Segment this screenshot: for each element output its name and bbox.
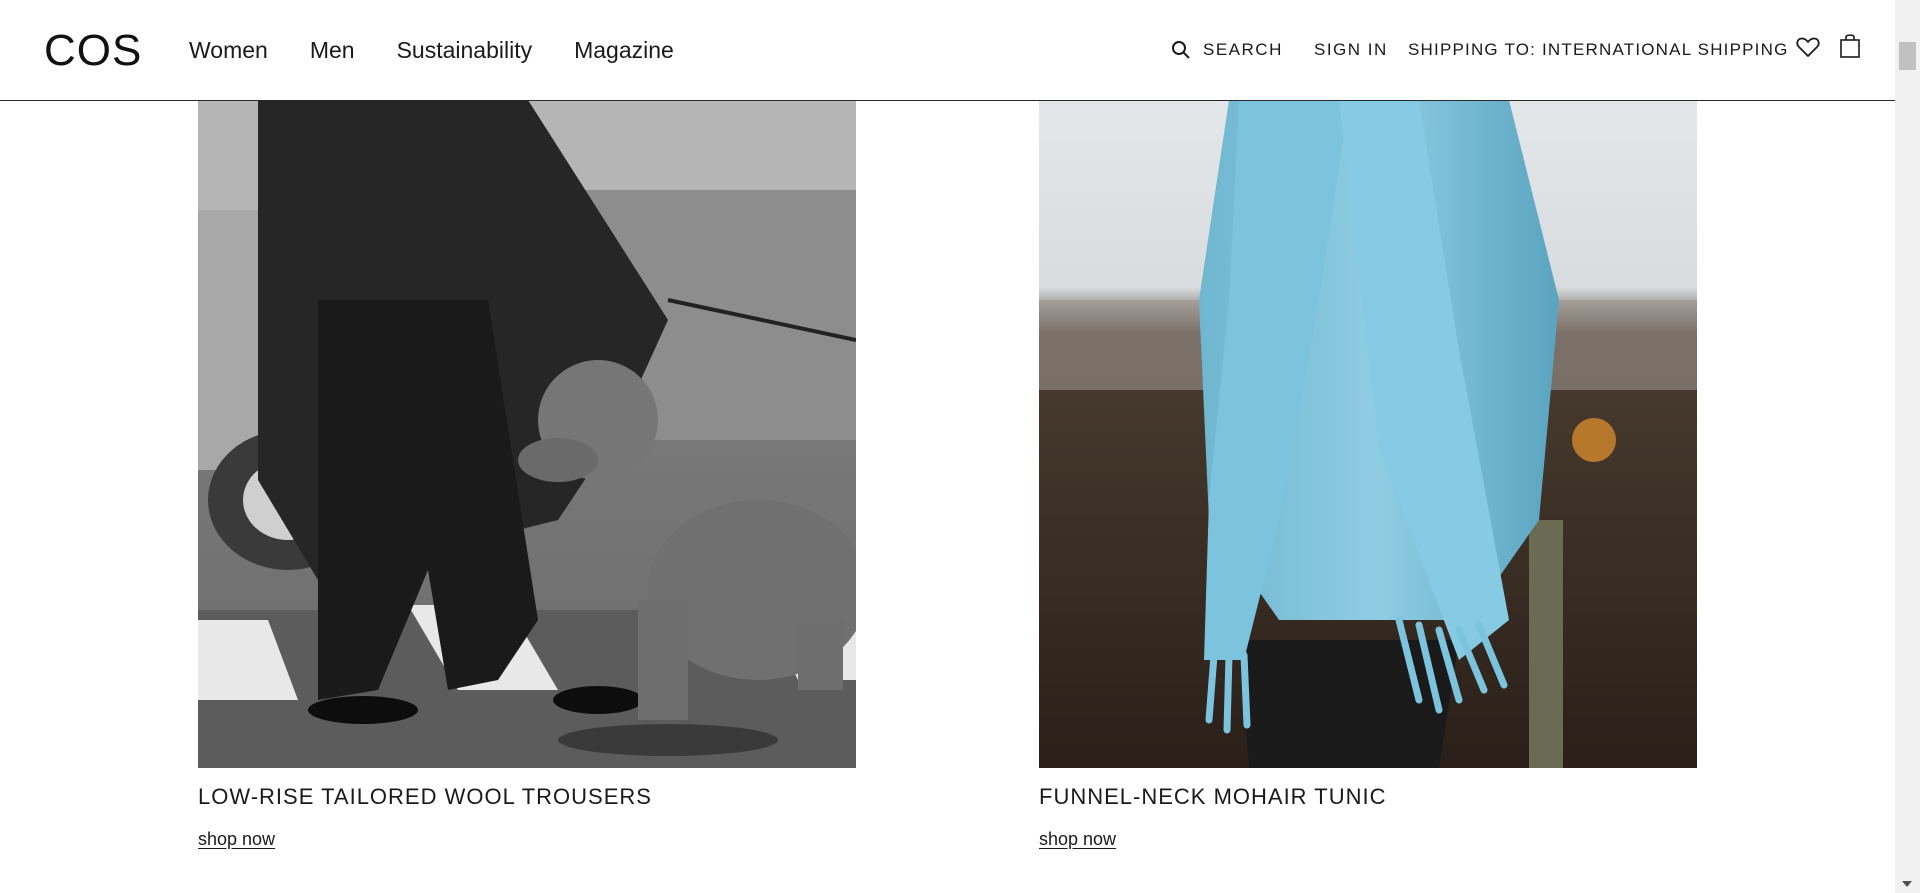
nav-magazine[interactable]: Magazine [574, 36, 674, 64]
cos-logo[interactable]: COS [44, 28, 142, 74]
sign-in-link[interactable]: SIGN IN [1314, 38, 1388, 62]
product-image-trousers[interactable] [198, 100, 856, 768]
scroll-down-arrow-icon[interactable] [1902, 881, 1912, 887]
scrollbar[interactable] [1895, 0, 1920, 893]
search-button[interactable]: SEARCH [1171, 38, 1283, 62]
product-title: FUNNEL-NECK MOHAIR TUNIC [1039, 784, 1387, 809]
main-nav: Women Men Sustainability Magazine [189, 36, 674, 64]
nav-men[interactable]: Men [310, 36, 355, 64]
product-title: LOW-RISE TAILORED WOOL TROUSERS [198, 784, 652, 809]
search-icon [1172, 41, 1190, 59]
shipping-selector[interactable]: SHIPPING TO: INTERNATIONAL SHIPPING [1408, 38, 1789, 62]
shop-now-link[interactable]: shop now [198, 829, 275, 850]
shop-now-link[interactable]: shop now [1039, 829, 1116, 850]
product-card-trousers: LOW-RISE TAILORED WOOL TROUSERS shop now [198, 100, 856, 850]
site-header: COS Women Men Sustainability Magazine SE… [0, 0, 1895, 101]
scrollbar-thumb[interactable] [1899, 42, 1916, 70]
nav-women[interactable]: Women [189, 36, 268, 64]
product-image-tunic[interactable] [1039, 100, 1697, 768]
shopping-bag-icon[interactable] [1840, 33, 1860, 58]
product-card-tunic: FUNNEL-NECK MOHAIR TUNIC shop now [1039, 100, 1697, 850]
heart-icon[interactable] [1796, 36, 1820, 58]
page: COS Women Men Sustainability Magazine SE… [0, 0, 1920, 893]
nav-sustainability[interactable]: Sustainability [397, 36, 533, 64]
search-label: SEARCH [1203, 40, 1283, 59]
